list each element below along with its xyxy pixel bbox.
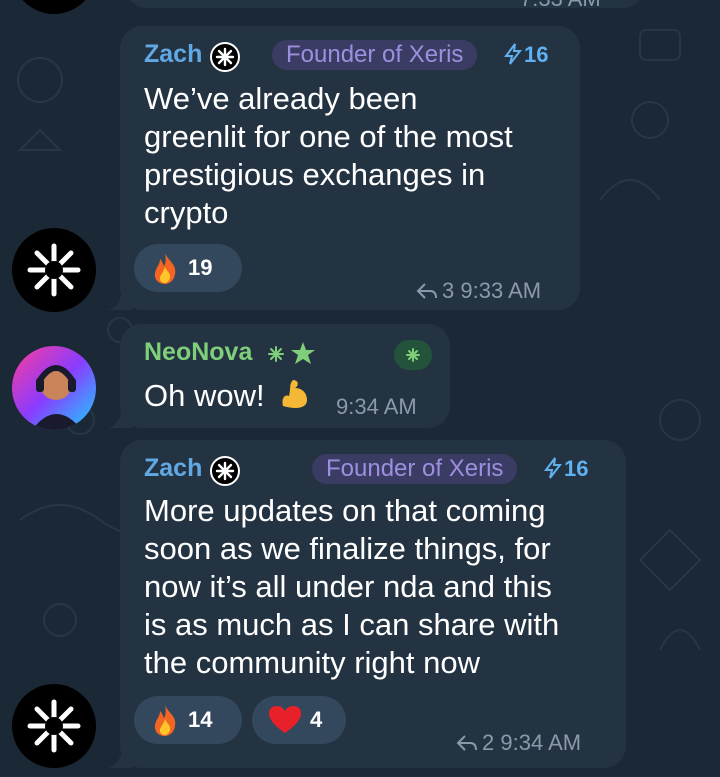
xeris-logo-icon [27,699,81,753]
message-meta: 3 9:33 AM [416,278,541,304]
author-name[interactable]: Zach [144,454,202,483]
message-line: greenlit for one of the most [144,119,513,154]
message-time: 9:33 AM [460,278,542,303]
message-line: now it’s all under nda and this [144,569,552,604]
fire-icon [154,253,176,284]
message-header: Zach Founder of Xeris 16 [144,40,560,72]
author-name[interactable]: Zach [144,40,202,69]
boost-count: 16 [544,456,588,482]
xeris-small-badge-icon [268,346,284,362]
reaction-count: 14 [188,707,213,732]
message-meta: 2 9:34 AM [456,730,581,756]
reply-icon [456,735,477,751]
reaction-count: 4 [310,707,323,732]
message-header: NeoNova [144,338,430,370]
fire-icon [154,705,176,736]
flexed-biceps-icon [282,380,308,408]
xeris-logo-icon [27,243,81,297]
message-line: Oh wow! [144,378,265,413]
role-badge: Founder of Xeris [272,40,478,70]
message-text: More updates on that coming soon as we f… [144,492,559,682]
message-line: soon as we finalize things, for [144,531,551,566]
reply-count: 3 [442,278,455,303]
neonova-avatar-image [12,346,96,430]
bubble-tail [108,404,132,428]
author-name[interactable]: NeoNova [144,338,252,367]
xeris-badge-icon [210,42,240,72]
message-time: 9:34 AM [336,394,417,419]
xeris-badge-icon [210,456,240,486]
avatar[interactable] [12,0,96,14]
message-bubble[interactable]: Zach Founder of Xeris 16 More updates on… [108,440,626,768]
reaction-fire[interactable]: 19 [134,244,242,292]
reaction-count: 19 [188,255,213,280]
lightning-icon [504,43,523,65]
role-badge: Founder of Xeris [312,454,518,484]
avatar[interactable] [12,228,96,312]
member-badge [394,340,432,370]
boost-value: 16 [524,42,549,67]
message-text: We’ve already been greenlit for one of t… [144,80,513,232]
lightning-icon [544,457,563,479]
reaction-fire[interactable]: 14 [134,696,242,744]
message-time: 9:34 AM [500,730,582,755]
avatar[interactable] [12,346,96,430]
boost-count: 16 [504,42,548,68]
message-time: 7:33 AM [520,0,601,12]
bubble-tail [108,744,132,768]
message-line: We’ve already been [144,81,418,116]
message-line: More updates on that coming [144,493,546,528]
message-line: crypto [144,195,229,230]
message-bubble[interactable]: NeoNova Oh wow! 9:34 AM [108,324,450,428]
message-line: prestigious exchanges in [144,157,486,192]
boost-value: 16 [564,456,589,481]
xeris-badge-icon [406,348,420,362]
reaction-heart[interactable]: 4 [252,696,346,744]
message-bubble[interactable]: Zach Founder of Xeris 16 We’ve already b… [108,26,580,310]
message-line: is as much as I can share with [144,607,560,642]
message-header: Zach Founder of Xeris 16 [144,454,606,486]
heart-icon [269,706,301,733]
avatar[interactable] [12,684,96,768]
message-text: Oh wow! [144,376,313,415]
star-icon [291,342,315,364]
bubble-tail [108,286,132,310]
reply-icon [416,283,437,299]
message-line: the community right now [144,645,480,680]
reply-count: 2 [482,730,495,755]
